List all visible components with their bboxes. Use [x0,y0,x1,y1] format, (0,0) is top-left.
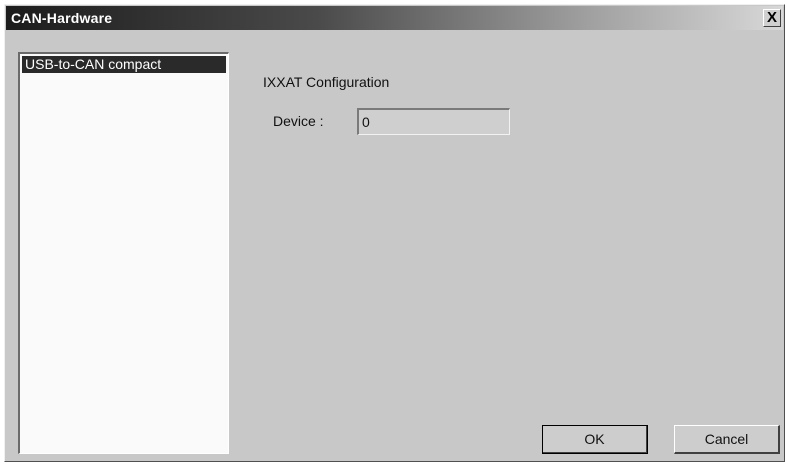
window-title: CAN-Hardware [11,10,113,26]
device-label: Device : [273,113,324,129]
device-field[interactable] [357,108,510,135]
cancel-button[interactable]: Cancel [674,425,780,454]
title-bar[interactable]: CAN-Hardware X [6,6,783,30]
config-group-title: IXXAT Configuration [263,74,390,90]
close-icon: X [766,9,777,26]
hardware-listbox[interactable]: USB-to-CAN compact [18,52,229,454]
list-item-usb-to-can-compact[interactable]: USB-to-CAN compact [22,56,226,73]
close-button[interactable]: X [763,9,781,27]
ok-button[interactable]: OK [542,425,648,454]
